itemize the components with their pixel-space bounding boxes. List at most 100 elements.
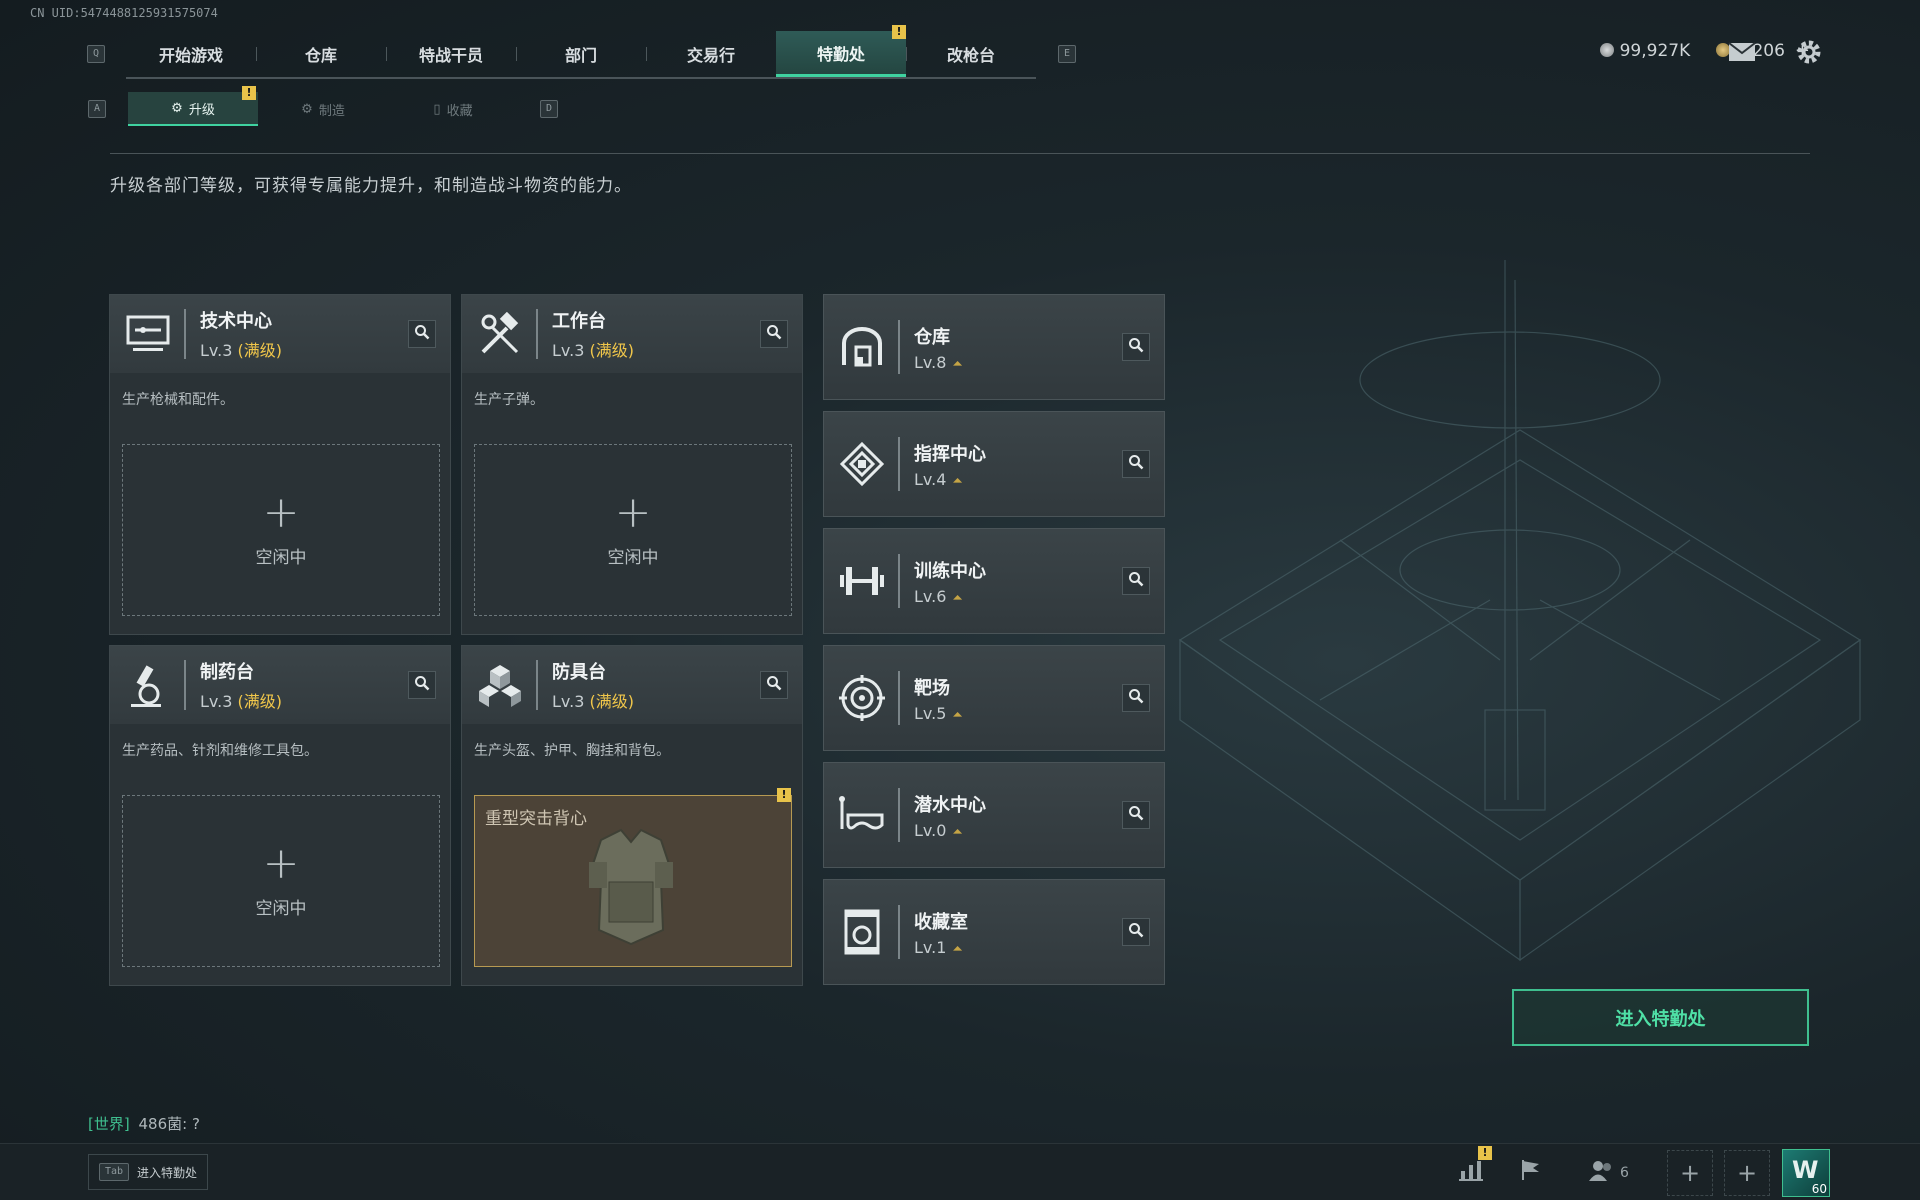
maxed-label: (满级)	[589, 692, 635, 711]
facility-level: Lv.4 ⏶	[914, 469, 963, 489]
production-slot-idle[interactable]: + 空闲中	[122, 444, 440, 616]
search-button[interactable]	[1122, 333, 1150, 361]
search-button[interactable]	[760, 320, 788, 348]
idle-label: 空闲中	[255, 898, 307, 919]
facility-card-warehouse[interactable]: 仓库 Lv.8 ⏶	[823, 294, 1165, 400]
subtab-label: 升级	[188, 102, 215, 118]
plus-icon: +	[1679, 1159, 1701, 1187]
facility-level: Lv.0 ⏶	[914, 820, 963, 840]
production-slot-idle[interactable]: + 空闲中	[474, 444, 792, 616]
production-slot-idle[interactable]: + 空闲中	[122, 795, 440, 967]
facility-name: 训练中心	[914, 560, 986, 582]
chat-channel: [世界]	[88, 1115, 130, 1133]
flag-icon	[1519, 1158, 1543, 1188]
tab-special-ops[interactable]: 特勤处 !	[776, 25, 906, 77]
mail-icon[interactable]	[1728, 42, 1758, 64]
search-button[interactable]	[1122, 450, 1150, 478]
tab-operators[interactable]: 特战干员	[386, 31, 516, 77]
dept-level: Lv.3 (满级)	[552, 692, 635, 711]
tab-trading[interactable]: 交易行	[646, 31, 776, 77]
tab-warehouse[interactable]: 仓库	[256, 31, 386, 77]
search-button[interactable]	[1122, 801, 1150, 829]
dept-card-armor-bench[interactable]: 防具台 Lv.3 (满级) 生产头盔、护甲、胸挂和背包。 重型突击背心 !	[461, 645, 803, 986]
dept-level: Lv.3 (满级)	[200, 341, 283, 360]
facility-level: Lv.1 ⏶	[914, 937, 963, 957]
subtab-upgrade[interactable]: ⚙ 升级 !	[128, 86, 258, 126]
tab-departments[interactable]: 部门	[516, 31, 646, 77]
search-icon	[1128, 571, 1144, 591]
sub-tabs: ⚙ 升级 ! ⚙ 制造 ▯ 收藏	[128, 86, 518, 128]
tab-gunsmith[interactable]: 改枪台	[906, 31, 1036, 77]
subtab-warning-badge: !	[242, 86, 256, 100]
prev-tab-key-hint: Q	[87, 45, 105, 63]
search-icon	[1128, 688, 1144, 708]
plus-icon: +	[614, 486, 652, 538]
stats-warning-badge: !	[1478, 1146, 1492, 1160]
facility-level: Lv.8 ⏶	[914, 352, 963, 372]
search-button[interactable]	[1122, 918, 1150, 946]
maxed-label: (满级)	[237, 341, 283, 360]
dept-name: 制药台	[200, 662, 254, 683]
search-icon	[766, 324, 782, 344]
search-button[interactable]	[408, 671, 436, 699]
tech-center-icon	[110, 295, 186, 373]
dept-description: 生产药品、针剂和维修工具包。	[122, 743, 318, 759]
friends-button[interactable]: 6	[1588, 1160, 1629, 1186]
upgrade-arrows-icon: ⏶	[952, 473, 963, 489]
pharmacy-icon	[110, 646, 186, 724]
dept-name: 技术中心	[200, 311, 272, 332]
search-button[interactable]	[1122, 684, 1150, 712]
tab-label: 特勤处	[816, 44, 865, 64]
dept-card-tech-center[interactable]: 技术中心 Lv.3 (满级) 生产枪械和配件。 + 空闲中	[109, 294, 451, 635]
prev-subtab-key-hint: A	[88, 100, 106, 118]
facility-card-diving-center[interactable]: 潜水中心 Lv.0 ⏶	[823, 762, 1165, 868]
facility-card-collection-room[interactable]: 收藏室 Lv.1 ⏶	[823, 879, 1165, 985]
maxed-label: (满级)	[237, 692, 283, 711]
search-button[interactable]	[408, 320, 436, 348]
subtab-collection[interactable]: ▯ 收藏	[388, 92, 518, 126]
facility-card-command-center[interactable]: 指挥中心 Lv.4 ⏶	[823, 411, 1165, 517]
facility-level: Lv.5 ⏶	[914, 703, 963, 723]
divider	[110, 153, 1810, 154]
search-button[interactable]	[760, 671, 788, 699]
idle-label: 空闲中	[607, 547, 659, 568]
upgrade-arrows-icon: ⏶	[952, 824, 963, 840]
subtab-craft[interactable]: ⚙ 制造	[258, 92, 388, 126]
upgrade-icon: ⚙	[171, 100, 183, 116]
add-squad-slot-button[interactable]: +	[1724, 1150, 1770, 1196]
chat-line[interactable]: [世界] 486菌: ?	[88, 1113, 200, 1134]
player-avatar[interactable]: W 60	[1782, 1149, 1830, 1197]
avatar-emblem-icon: W	[1792, 1156, 1819, 1184]
bar-chart-icon	[1459, 1159, 1483, 1187]
stats-button[interactable]: !	[1448, 1146, 1494, 1196]
add-squad-slot-button[interactable]: +	[1667, 1150, 1713, 1196]
flag-button[interactable]	[1508, 1150, 1554, 1196]
training-center-icon	[824, 528, 900, 634]
tab-start-game[interactable]: 开始游戏	[126, 31, 256, 77]
enter-special-ops-button[interactable]: 进入特勤处	[1512, 989, 1809, 1046]
facility-name: 靶场	[914, 677, 950, 699]
dept-card-pharmacy[interactable]: 制药台 Lv.3 (满级) 生产药品、针剂和维修工具包。 + 空闲中	[109, 645, 451, 986]
tab-label: 改枪台	[946, 46, 995, 65]
shooting-range-icon	[824, 645, 900, 751]
settings-gear-icon[interactable]	[1795, 38, 1823, 66]
search-button[interactable]	[1122, 567, 1150, 595]
facility-card-shooting-range[interactable]: 靶场 Lv.5 ⏶	[823, 645, 1165, 751]
production-slot-active[interactable]: 重型突击背心 !	[474, 788, 792, 967]
friends-count: 6	[1620, 1165, 1629, 1181]
dept-description: 生产枪械和配件。	[122, 392, 234, 408]
silver-coin-icon	[1599, 42, 1614, 57]
base-schematic-illustration	[1178, 260, 1862, 962]
collection-room-icon	[824, 879, 900, 985]
facility-card-training-center[interactable]: 训练中心 Lv.6 ⏶	[823, 528, 1165, 634]
subtab-label: 收藏	[446, 103, 473, 119]
facility-name: 仓库	[914, 326, 950, 348]
tab-hint-button[interactable]: Tab 进入特勤处	[88, 1154, 209, 1190]
search-icon	[1128, 922, 1144, 942]
dept-name: 防具台	[552, 662, 606, 683]
tab-label: 特战干员	[418, 46, 483, 65]
dept-card-workbench[interactable]: 工作台 Lv.3 (满级) 生产子弹。 + 空闲中	[461, 294, 803, 635]
idle-label: 空闲中	[255, 547, 307, 568]
search-icon	[1128, 805, 1144, 825]
collection-icon: ▯	[433, 101, 441, 117]
